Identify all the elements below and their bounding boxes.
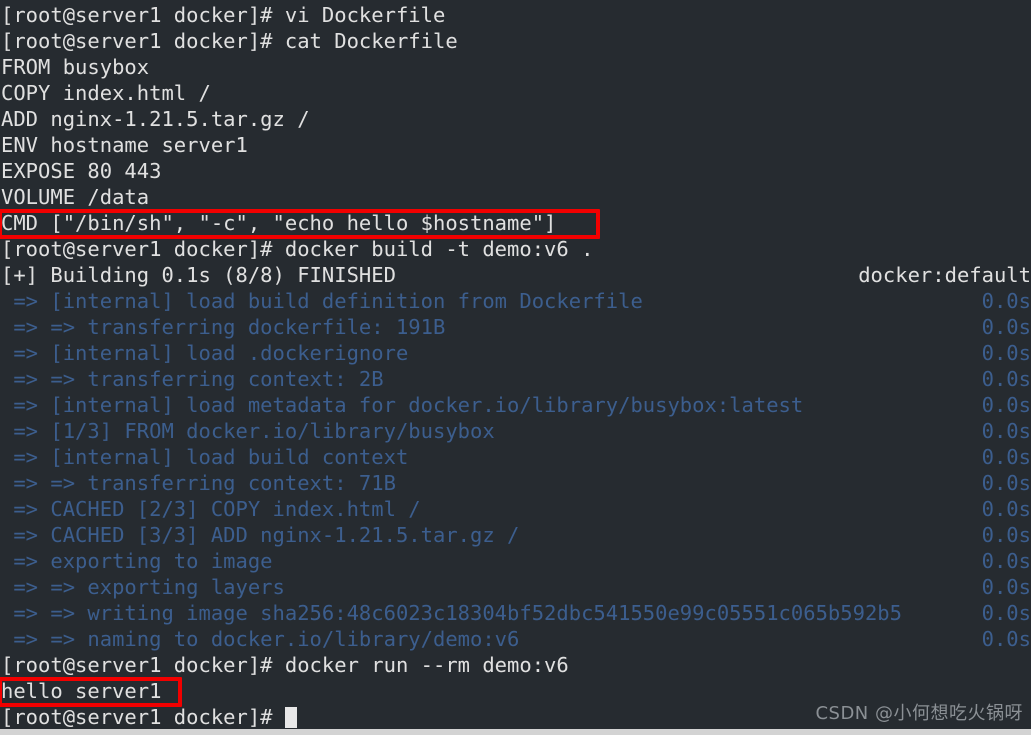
terminal-line-duration: 0.0s bbox=[981, 315, 1031, 339]
terminal-line: EXPOSE 80 443 bbox=[0, 158, 1031, 184]
terminal-line-text: FROM busybox bbox=[1, 55, 150, 79]
terminal-line-duration: 0.0s bbox=[981, 445, 1031, 469]
terminal-line-duration: 0.0s bbox=[981, 549, 1031, 573]
terminal-line-duration: 0.0s bbox=[981, 393, 1031, 417]
terminal-line: ADD nginx-1.21.5.tar.gz / bbox=[0, 106, 1031, 132]
terminal-line-duration: 0.0s bbox=[981, 627, 1031, 651]
terminal-line: => CACHED [2/3] COPY index.html / 0.0s bbox=[0, 496, 1031, 522]
terminal-line-duration: docker:default bbox=[858, 263, 1031, 287]
terminal-line: COPY index.html / bbox=[0, 80, 1031, 106]
terminal-line-text: [root@server1 docker]# bbox=[1, 705, 285, 729]
terminal-line-text: [+] Building 0.1s (8/8) FINISHED bbox=[1, 263, 396, 287]
terminal-line: => => naming to docker.io/library/demo:v… bbox=[0, 626, 1031, 652]
terminal-cursor bbox=[284, 707, 297, 728]
terminal-line-duration: 0.0s bbox=[981, 497, 1031, 521]
terminal-line: => [1/3] FROM docker.io/library/busybox 0… bbox=[0, 418, 1031, 444]
terminal-line-text: => => writing image sha256:48c6023c18304… bbox=[1, 601, 902, 625]
terminal-line-text: => => transferring context: 71B bbox=[1, 471, 396, 495]
terminal-line: => => writing image sha256:48c6023c18304… bbox=[0, 600, 1031, 626]
terminal-line: => => transferring context: 71B 0.0s bbox=[0, 470, 1031, 496]
terminal-line: [+] Building 0.1s (8/8) FINISHED docker:d… bbox=[0, 262, 1031, 288]
terminal-line: => => transferring dockerfile: 191B 0.0s bbox=[0, 314, 1031, 340]
terminal-line-text: => => exporting layers bbox=[1, 575, 285, 599]
terminal-line: ENV hostname server1 bbox=[0, 132, 1031, 158]
terminal-line-text: => [internal] load build definition from… bbox=[1, 289, 643, 313]
terminal-line-text: => => transferring context: 2B bbox=[1, 367, 384, 391]
terminal-window[interactable]: [root@server1 docker]# vi Dockerfile [roo… bbox=[0, 0, 1031, 735]
terminal-line: FROM busybox bbox=[0, 54, 1031, 80]
terminal-line-text: => [internal] load metadata for docker.i… bbox=[1, 393, 804, 417]
terminal-line: [root@server1 docker]# vi Dockerfile bbox=[0, 2, 1031, 28]
terminal-line-duration: 0.0s bbox=[981, 419, 1031, 443]
terminal-line-text: hello server1 bbox=[1, 679, 162, 703]
terminal-line-text: => [internal] load .dockerignore bbox=[1, 341, 409, 365]
terminal-line: => => transferring context: 2B 0.0s bbox=[0, 366, 1031, 392]
terminal-line-duration: 0.0s bbox=[981, 575, 1031, 599]
terminal-line-duration: 0.0s bbox=[981, 471, 1031, 495]
terminal-line: => => exporting layers 0.0s bbox=[0, 574, 1031, 600]
bottom-strip bbox=[0, 729, 1031, 735]
terminal-line: => CACHED [3/3] ADD nginx-1.21.5.tar.gz … bbox=[0, 522, 1031, 548]
terminal-line-text: VOLUME /data bbox=[1, 185, 150, 209]
terminal-line-duration: 0.0s bbox=[981, 367, 1031, 391]
terminal-line: [root@server1 docker]# cat Dockerfile bbox=[0, 28, 1031, 54]
terminal-line-text: ADD nginx-1.21.5.tar.gz / bbox=[1, 107, 310, 131]
terminal-line-text: [root@server1 docker]# docker run --rm d… bbox=[1, 653, 569, 677]
csdn-watermark: CSDN @小何想吃火锅呀 bbox=[815, 703, 1023, 724]
terminal-line-text: CMD ["/bin/sh", "-c", "echo hello $hostn… bbox=[1, 211, 557, 235]
terminal-line-text: => CACHED [2/3] COPY index.html / bbox=[1, 497, 421, 521]
terminal-line-duration: 0.0s bbox=[981, 523, 1031, 547]
terminal-line-text: [root@server1 docker]# vi Dockerfile bbox=[1, 3, 446, 27]
terminal-line-text: => => naming to docker.io/library/demo:v… bbox=[1, 627, 520, 651]
terminal-line: VOLUME /data bbox=[0, 184, 1031, 210]
terminal-line-text: => => transferring dockerfile: 191B bbox=[1, 315, 446, 339]
terminal-line: => [internal] load metadata for docker.i… bbox=[0, 392, 1031, 418]
terminal-line-duration: 0.0s bbox=[981, 601, 1031, 625]
terminal-line: CMD ["/bin/sh", "-c", "echo hello $hostn… bbox=[0, 210, 1031, 236]
terminal-line: => [internal] load build context 0.0s bbox=[0, 444, 1031, 470]
terminal-line-text: [root@server1 docker]# docker build -t d… bbox=[1, 237, 594, 261]
terminal-line-text: COPY index.html / bbox=[1, 81, 211, 105]
terminal-line-text: EXPOSE 80 443 bbox=[1, 159, 162, 183]
terminal-line: => exporting to image 0.0s bbox=[0, 548, 1031, 574]
terminal-line-text: [root@server1 docker]# cat Dockerfile bbox=[1, 29, 458, 53]
terminal-line-text: => CACHED [3/3] ADD nginx-1.21.5.tar.gz … bbox=[1, 523, 520, 547]
terminal-line-text: ENV hostname server1 bbox=[1, 133, 248, 157]
terminal-screen[interactable]: [root@server1 docker]# vi Dockerfile [roo… bbox=[0, 0, 1031, 729]
terminal-line: [root@server1 docker]# docker build -t d… bbox=[0, 236, 1031, 262]
terminal-line-text: => exporting to image bbox=[1, 549, 273, 573]
terminal-line: [root@server1 docker]# docker run --rm d… bbox=[0, 652, 1031, 678]
terminal-line-text: => [1/3] FROM docker.io/library/busybox bbox=[1, 419, 495, 443]
terminal-line: => [internal] load build definition from… bbox=[0, 288, 1031, 314]
terminal-line-duration: 0.0s bbox=[981, 289, 1031, 313]
terminal-line-text: => [internal] load build context bbox=[1, 445, 409, 469]
terminal-line: => [internal] load .dockerignore 0.0s bbox=[0, 340, 1031, 366]
terminal-line-duration: 0.0s bbox=[981, 341, 1031, 365]
